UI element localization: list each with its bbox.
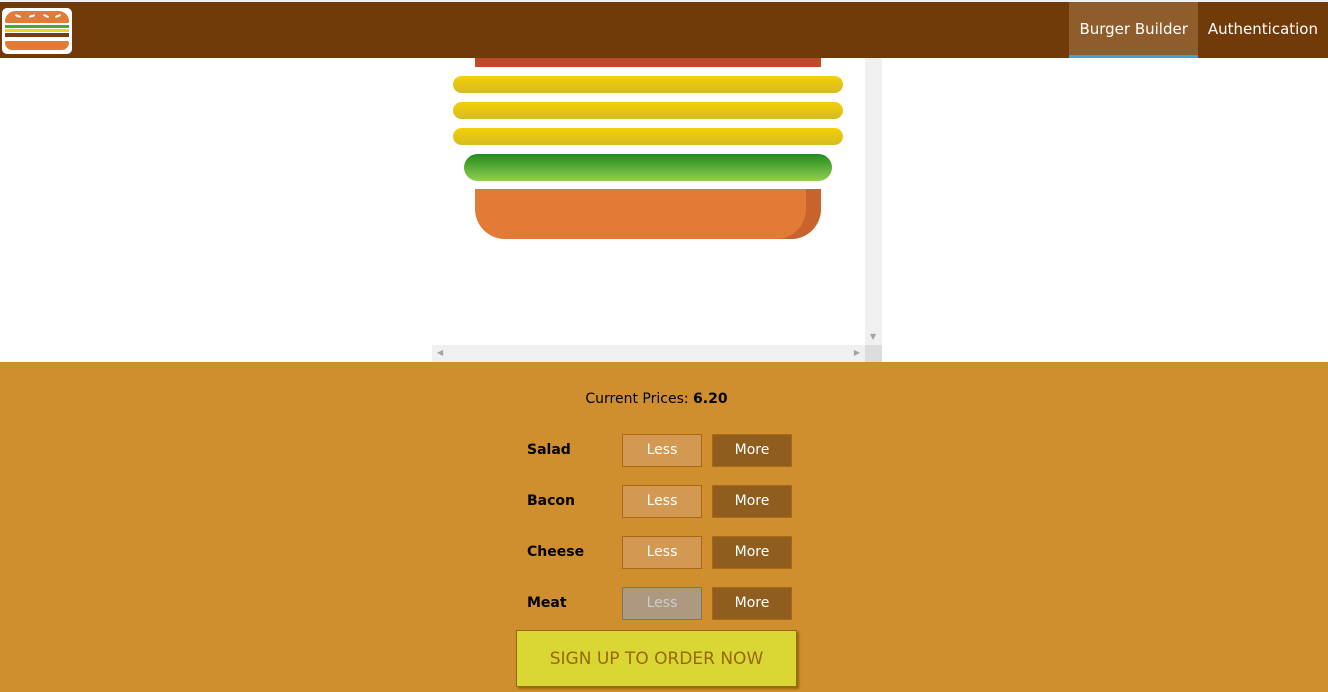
burger-preview[interactable]: ▼ ◀ ▶ [432, 58, 882, 362]
scrollbar-corner [865, 345, 882, 362]
bread-bottom-layer [475, 189, 821, 239]
meat-layer [475, 58, 821, 67]
ingredient-label: Bacon [527, 493, 576, 509]
horizontal-scrollbar[interactable]: ◀ ▶ [432, 345, 865, 362]
logo-bun-top [5, 11, 69, 23]
ingredient-label: Salad [527, 442, 571, 458]
price-label: Current Prices: [585, 391, 689, 407]
more-meat-button[interactable]: More [712, 587, 792, 620]
current-price: Current Prices: 6.20 [0, 391, 1313, 407]
cheese-layer [453, 128, 843, 145]
less-salad-button[interactable]: Less [622, 434, 702, 467]
scroll-left-arrow-icon[interactable]: ◀ [437, 348, 443, 357]
more-cheese-button[interactable]: More [712, 536, 792, 569]
main-nav: Burger Builder Authentication [1069, 2, 1328, 58]
toolbar: Burger Builder Authentication [0, 0, 1328, 58]
order-button[interactable]: SIGN UP TO ORDER NOW [516, 630, 797, 687]
more-salad-button[interactable]: More [712, 434, 792, 467]
salad-layer [464, 154, 832, 181]
less-meat-button[interactable]: Less [622, 587, 702, 620]
burger-logo[interactable] [2, 8, 72, 54]
cheese-layer [453, 76, 843, 93]
ingredient-label: Meat [527, 595, 567, 611]
more-bacon-button[interactable]: More [712, 485, 792, 518]
build-controls: Current Prices: 6.20 Salad Less More Bac… [0, 362, 1328, 692]
nav-item-authentication[interactable]: Authentication [1198, 2, 1328, 58]
nav-item-burger-builder[interactable]: Burger Builder [1069, 2, 1198, 58]
ingredient-label: Cheese [527, 544, 585, 560]
price-value: 6.20 [693, 391, 728, 407]
cheese-layer [453, 102, 843, 119]
scroll-right-arrow-icon[interactable]: ▶ [854, 348, 860, 357]
less-bacon-button[interactable]: Less [622, 485, 702, 518]
scroll-down-arrow-icon[interactable]: ▼ [870, 332, 876, 341]
less-cheese-button[interactable]: Less [622, 536, 702, 569]
vertical-scrollbar[interactable]: ▼ [865, 58, 882, 345]
